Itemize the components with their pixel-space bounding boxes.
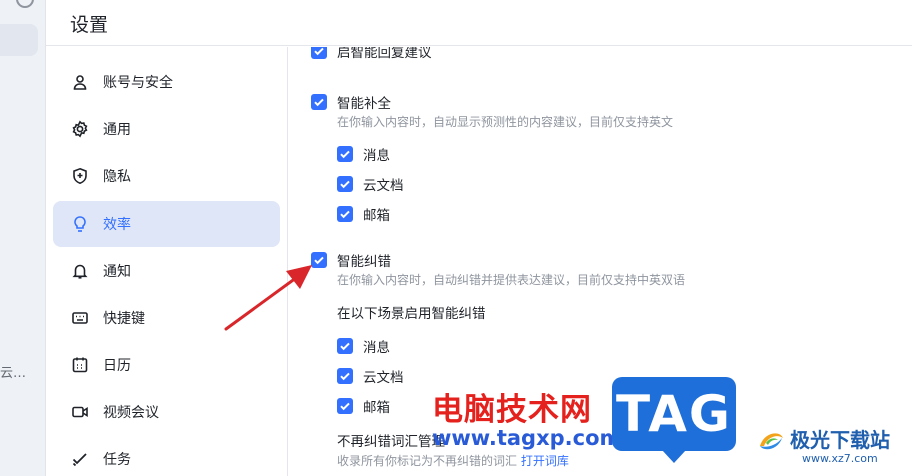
clock-icon: [16, 0, 34, 8]
gear-icon: [71, 120, 89, 138]
nav-item-label: 账号与安全: [103, 75, 173, 91]
option-label: 消息: [363, 340, 390, 356]
smart-complete-option-mail[interactable]: 邮箱: [337, 204, 390, 224]
option-label: 邮箱: [363, 208, 390, 224]
background-item-label: 云…: [0, 366, 27, 381]
brand-logo: 极光下载站 www.xz7.com: [752, 420, 912, 476]
nav-item-label: 隐私: [103, 169, 131, 185]
option-label: 邮箱: [363, 400, 390, 416]
nav-item-video-meeting[interactable]: 视频会议: [53, 389, 280, 435]
background-selected-item: [0, 24, 38, 56]
background-app-strip: 云…: [0, 0, 46, 476]
smart-complete-desc: 在你输入内容时，自动显示预测性的内容建议，目前仅支持英文: [337, 115, 674, 129]
smart-correct-option-message[interactable]: 消息: [337, 336, 390, 356]
video-icon: [71, 403, 89, 421]
nav-item-label: 快捷键: [103, 311, 145, 327]
smart-reply-label: 启智能回复建议: [337, 47, 432, 61]
nav-item-privacy[interactable]: 隐私: [53, 153, 280, 199]
watermark-text: 电脑技术网: [432, 392, 592, 428]
smart-reply-checkbox[interactable]: [311, 47, 327, 59]
checkbox[interactable]: [337, 398, 353, 414]
watermark-url: www.tagxp.com: [432, 426, 622, 450]
nav-item-general[interactable]: 通用: [53, 106, 280, 152]
brand-url: www.xz7.com: [802, 452, 878, 465]
tag-logo: TAG: [612, 377, 736, 463]
nav-item-label: 通用: [103, 122, 131, 138]
nav-item-calendar[interactable]: 日历: [53, 342, 280, 388]
smart-correct-label: 智能纠错: [337, 254, 391, 270]
smart-reply-row[interactable]: 启智能回复建议: [311, 47, 432, 61]
annotation-arrow: [224, 265, 312, 331]
nav-item-label: 效率: [103, 217, 131, 233]
smart-complete-option-message[interactable]: 消息: [337, 144, 390, 164]
user-icon: [71, 73, 89, 91]
dialog-header: 设置: [46, 0, 912, 46]
smart-correct-scene-label: 在以下场景启用智能纠错: [337, 306, 486, 322]
vocab-management-title: 不再纠错词汇管理: [337, 434, 445, 450]
keyboard-icon: [71, 309, 89, 327]
nav-item-tasks[interactable]: 任务: [53, 436, 280, 476]
checkbox[interactable]: [337, 176, 353, 192]
option-label: 消息: [363, 148, 390, 164]
lightbulb-icon: [71, 215, 89, 233]
nav-item-label: 日历: [103, 358, 131, 374]
nav-item-label: 视频会议: [103, 405, 159, 421]
checkbox[interactable]: [337, 368, 353, 384]
brand-name: 极光下载站: [790, 428, 890, 452]
smart-correct-option-docs[interactable]: 云文档: [337, 366, 404, 386]
settings-content: 启智能回复建议 智能补全 在你输入内容时，自动显示预测性的内容建议，目前仅支持英…: [289, 47, 912, 476]
checkbox[interactable]: [337, 338, 353, 354]
dialog-title: 设置: [70, 14, 109, 36]
vocab-desc-text: 收录所有你标记为不再纠错的词汇: [337, 454, 518, 468]
vocab-management-desc: 收录所有你标记为不再纠错的词汇 打开词库: [337, 452, 569, 469]
nav-item-account-security[interactable]: 账号与安全: [53, 59, 280, 105]
option-label: 云文档: [363, 370, 404, 386]
brand-swirl-icon: [760, 433, 783, 450]
smart-correct-row[interactable]: 智能纠错: [311, 250, 391, 270]
nav-item-label: 通知: [103, 264, 131, 280]
task-check-icon: [71, 450, 89, 468]
checkbox[interactable]: [337, 146, 353, 162]
bell-icon: [71, 262, 89, 280]
option-label: 云文档: [363, 178, 404, 194]
smart-complete-label: 智能补全: [337, 96, 391, 112]
smart-correct-desc: 在你输入内容时，自动纠错并提供表达建议，目前仅支持中英双语: [337, 273, 686, 287]
nav-item-efficiency[interactable]: 效率: [53, 201, 280, 247]
open-vocab-link[interactable]: 打开词库: [521, 454, 569, 468]
checkbox[interactable]: [337, 206, 353, 222]
shield-icon: [71, 167, 89, 185]
nav-item-label: 任务: [103, 452, 131, 468]
calendar-icon: [71, 356, 89, 374]
smart-complete-row[interactable]: 智能补全: [311, 92, 391, 112]
smart-complete-checkbox[interactable]: [311, 94, 327, 110]
smart-correct-option-mail[interactable]: 邮箱: [337, 396, 390, 416]
smart-complete-option-docs[interactable]: 云文档: [337, 174, 404, 194]
